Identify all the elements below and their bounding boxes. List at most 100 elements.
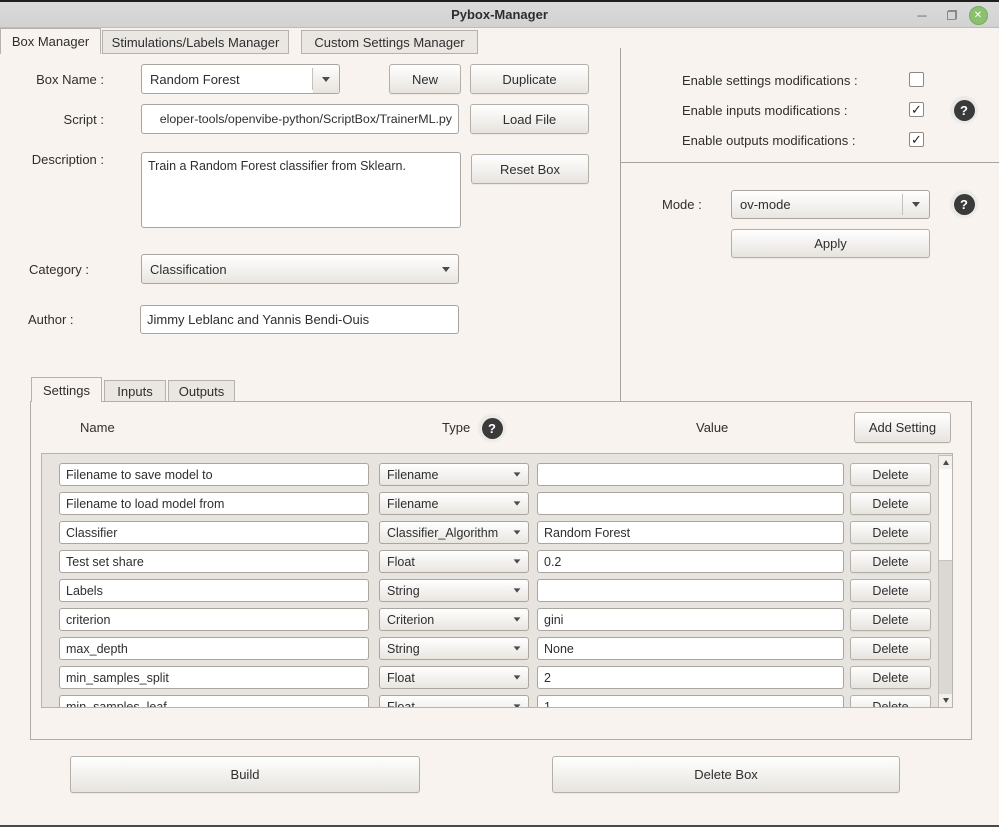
- setting-type-select[interactable]: Criterion: [379, 608, 529, 631]
- enable-inputs-label: Enable inputs modifications :: [682, 103, 847, 118]
- setting-name-input[interactable]: Test set share: [59, 550, 369, 573]
- minimize-button[interactable]: ─: [912, 5, 932, 25]
- setting-row: criterion Criterion gini Delete: [42, 608, 952, 631]
- setting-value-input[interactable]: [537, 492, 844, 515]
- scroll-down-button[interactable]: [939, 694, 952, 707]
- author-input[interactable]: Jimmy Leblanc and Yannis Bendi-Ouis: [140, 305, 459, 334]
- setting-type-value: Float: [387, 671, 513, 685]
- setting-value-input[interactable]: 0.2: [537, 550, 844, 573]
- setting-type-value: Criterion: [387, 613, 513, 627]
- duplicate-button[interactable]: Duplicate: [470, 64, 589, 94]
- script-label: Script :: [0, 112, 104, 127]
- delete-setting-button[interactable]: Delete: [850, 550, 931, 573]
- setting-row: Test set share Float 0.2 Delete: [42, 550, 952, 573]
- description-label: Description :: [0, 152, 104, 167]
- box-name-dropdown-button[interactable]: [313, 65, 339, 93]
- setting-name-input[interactable]: criterion: [59, 608, 369, 631]
- build-button[interactable]: Build: [70, 756, 420, 793]
- setting-type-select[interactable]: Classifier_Algorithm: [379, 521, 529, 544]
- titlebar[interactable]: Pybox-Manager ─ ✕: [0, 2, 999, 28]
- enable-inputs-checkbox[interactable]: ✓: [909, 102, 924, 117]
- setting-value-input[interactable]: 2: [537, 666, 844, 689]
- setting-row: min_samples_split Float 2 Delete: [42, 666, 952, 689]
- box-name-combobox[interactable]: Random Forest: [141, 64, 340, 94]
- load-file-button[interactable]: Load File: [470, 104, 589, 134]
- category-label: Category :: [29, 262, 89, 277]
- delete-setting-button[interactable]: Delete: [850, 695, 931, 708]
- setting-type-select[interactable]: Float: [379, 695, 529, 708]
- modifications-help-button[interactable]: ?: [950, 96, 978, 124]
- type-help-button[interactable]: ?: [478, 414, 506, 442]
- chevron-down-icon: [514, 617, 521, 621]
- setting-value-input[interactable]: [537, 579, 844, 602]
- help-icon: ?: [482, 418, 503, 439]
- setting-name-input[interactable]: Filename to save model to: [59, 463, 369, 486]
- tab-custom-settings-manager[interactable]: Custom Settings Manager: [301, 30, 478, 54]
- tab-box-manager[interactable]: Box Manager: [0, 28, 101, 54]
- tab-outputs[interactable]: Outputs: [168, 380, 235, 402]
- delete-setting-button[interactable]: Delete: [850, 637, 931, 660]
- new-button[interactable]: New: [389, 64, 461, 94]
- delete-setting-button[interactable]: Delete: [850, 608, 931, 631]
- enable-settings-label: Enable settings modifications :: [682, 73, 858, 88]
- setting-type-select[interactable]: Filename: [379, 492, 529, 515]
- setting-type-select[interactable]: Float: [379, 666, 529, 689]
- mode-help-button[interactable]: ?: [950, 190, 978, 218]
- setting-name-input[interactable]: max_depth: [59, 637, 369, 660]
- description-textarea[interactable]: Train a Random Forest classifier from Sk…: [141, 152, 461, 228]
- box-name-value: Random Forest: [150, 72, 331, 87]
- reset-box-button[interactable]: Reset Box: [471, 154, 589, 184]
- chevron-down-icon: [514, 675, 521, 679]
- setting-value-input[interactable]: None: [537, 637, 844, 660]
- setting-row: Filename to load model from Filename Del…: [42, 492, 952, 515]
- delete-box-button[interactable]: Delete Box: [552, 756, 900, 793]
- scrollbar-thumb[interactable]: [939, 469, 952, 561]
- setting-type-value: String: [387, 642, 513, 656]
- enable-outputs-checkbox[interactable]: ✓: [909, 132, 924, 147]
- apply-button[interactable]: Apply: [731, 229, 930, 258]
- tab-settings[interactable]: Settings: [31, 377, 102, 402]
- setting-name-input[interactable]: min_samples_split: [59, 666, 369, 689]
- type-column-header: Type: [442, 420, 470, 435]
- delete-setting-button[interactable]: Delete: [850, 492, 931, 515]
- name-column-header: Name: [80, 420, 115, 435]
- setting-type-select[interactable]: Filename: [379, 463, 529, 486]
- scroll-up-button[interactable]: [939, 456, 952, 469]
- close-button[interactable]: ✕: [968, 5, 988, 25]
- setting-type-select[interactable]: String: [379, 579, 529, 602]
- setting-type-value: Filename: [387, 468, 513, 482]
- setting-value-input[interactable]: gini: [537, 608, 844, 631]
- vertical-scrollbar[interactable]: [938, 455, 953, 708]
- mode-dropdown-button[interactable]: [903, 191, 929, 218]
- setting-value-input[interactable]: [537, 463, 844, 486]
- setting-type-value: Float: [387, 555, 513, 569]
- delete-setting-button[interactable]: Delete: [850, 521, 931, 544]
- chevron-down-icon: [322, 77, 330, 82]
- delete-setting-button[interactable]: Delete: [850, 463, 931, 486]
- setting-type-value: Filename: [387, 497, 513, 511]
- tab-stimulations-labels-manager[interactable]: Stimulations/Labels Manager: [102, 30, 289, 54]
- mode-select[interactable]: ov-mode: [731, 190, 930, 219]
- setting-value-input[interactable]: 1: [537, 695, 844, 708]
- chevron-down-icon: [514, 704, 521, 708]
- setting-type-select[interactable]: Float: [379, 550, 529, 573]
- enable-settings-checkbox[interactable]: [909, 72, 924, 87]
- category-select[interactable]: Classification: [141, 254, 459, 284]
- mode-value: ov-mode: [740, 197, 921, 212]
- delete-setting-button[interactable]: Delete: [850, 579, 931, 602]
- tab-inputs[interactable]: Inputs: [104, 380, 166, 402]
- setting-name-input[interactable]: Labels: [59, 579, 369, 602]
- script-input[interactable]: eloper-tools/openvibe-python/ScriptBox/T…: [141, 104, 459, 134]
- add-setting-button[interactable]: Add Setting: [854, 412, 951, 443]
- setting-value-input[interactable]: Random Forest: [537, 521, 844, 544]
- chevron-down-icon: [442, 267, 450, 272]
- setting-type-select[interactable]: String: [379, 637, 529, 660]
- setting-name-input[interactable]: Classifier: [59, 521, 369, 544]
- enable-outputs-label: Enable outputs modifications :: [682, 133, 855, 148]
- chevron-down-icon: [514, 501, 521, 505]
- setting-name-input[interactable]: min_samples_leaf: [59, 695, 369, 708]
- setting-name-input[interactable]: Filename to load model from: [59, 492, 369, 515]
- restore-button[interactable]: [942, 5, 962, 25]
- delete-setting-button[interactable]: Delete: [850, 666, 931, 689]
- help-icon: ?: [954, 194, 975, 215]
